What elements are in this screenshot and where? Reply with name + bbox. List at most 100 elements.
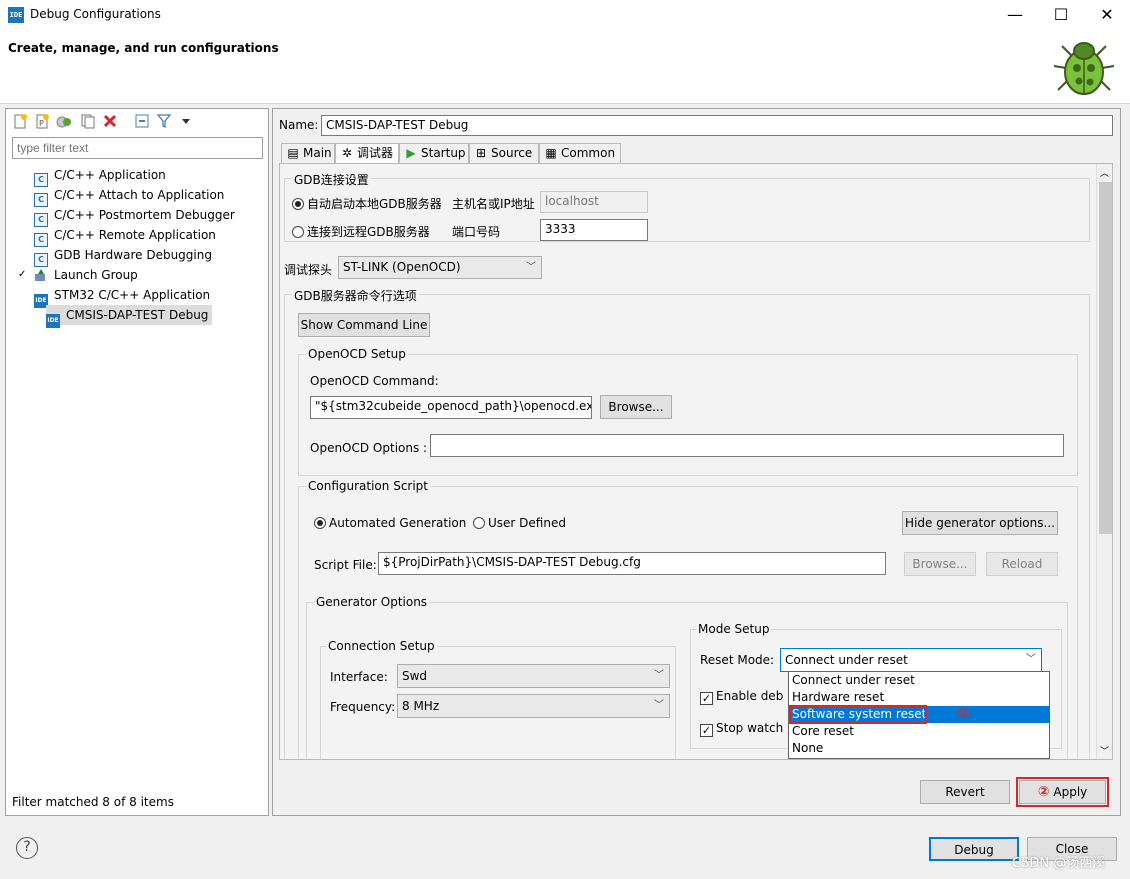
interface-select[interactable]: Swd ﹀ <box>397 664 670 688</box>
generator-options-title: Generator Options <box>314 595 430 609</box>
chevron-down-icon: ﹀ <box>654 670 664 681</box>
tab-startup[interactable]: ▶ Startup <box>399 143 469 163</box>
config-editor-panel: Name: CMSIS-DAP-TEST Debug ▤ Main ✲ 调试器 ▶ S… <box>272 108 1121 816</box>
radio-user-defined[interactable]: User Defined <box>473 516 566 530</box>
script-file-input[interactable]: ${ProjDirPath}\CMSIS-DAP-TEST Debug.cfg <box>378 552 886 575</box>
debugger-gear-icon: ✲ <box>341 146 353 160</box>
config-name-input[interactable]: CMSIS-DAP-TEST Debug <box>321 115 1113 136</box>
gdb-server-options-title: GDB服务器命令行选项 <box>292 287 419 304</box>
ide-app-icon: IDE <box>8 7 24 23</box>
reset-option-hardware-reset[interactable]: Hardware reset <box>789 689 1049 706</box>
filter-input[interactable] <box>12 137 263 159</box>
scroll-up-chevron-icon[interactable]: ︿ <box>1100 166 1109 179</box>
export-config-icon[interactable] <box>56 113 72 129</box>
close-window-button[interactable]: ✕ <box>1084 0 1130 30</box>
openocd-command-label: OpenOCD Command: <box>310 374 439 388</box>
radio-automated-generation[interactable]: Automated Generation <box>314 516 466 530</box>
radio-remote-gdb[interactable]: 连接到远程GDB服务器 <box>292 223 430 240</box>
chevron-down-icon: ﹀ <box>526 262 536 273</box>
ide-icon: IDE <box>46 314 60 328</box>
reset-option-none[interactable]: None <box>789 740 1049 757</box>
tab-debugger[interactable]: ✲ 调试器 <box>335 143 399 163</box>
radio-on-icon <box>292 198 304 210</box>
new-prototype-icon[interactable]: P <box>34 113 50 129</box>
scrollbar-thumb[interactable] <box>1099 182 1112 534</box>
maximize-button[interactable]: ☐ <box>1038 0 1084 30</box>
tab-main[interactable]: ▤ Main <box>281 143 335 163</box>
name-label: Name: <box>279 118 319 132</box>
common-icon: ▦ <box>545 146 557 160</box>
reset-option-core-reset[interactable]: Core reset <box>789 723 1049 740</box>
connection-setup-title: Connection Setup <box>326 639 437 653</box>
main-tab-icon: ▤ <box>287 146 299 160</box>
reload-button[interactable]: Reload <box>986 552 1058 576</box>
tree-item-cpp-remote[interactable]: C C/C++ Remote Application <box>34 225 216 247</box>
interface-label: Interface: <box>330 670 388 684</box>
expand-chevron-down-icon[interactable]: ✓ <box>18 269 26 280</box>
hide-generator-options-button[interactable]: Hide generator options... <box>902 511 1058 535</box>
radio-local-gdb[interactable]: 自动启动本地GDB服务器 <box>292 195 442 212</box>
browse-script-button[interactable]: Browse... <box>904 552 976 576</box>
reset-option-connect-under-reset[interactable]: Connect under reset <box>789 672 1049 689</box>
tree-item-stm32-application[interactable]: IDE STM32 C/C++ Application <box>34 285 210 308</box>
frequency-label: Frequency: <box>330 700 396 714</box>
port-input[interactable]: 3333 <box>540 219 648 241</box>
dialog-header: Create, manage, and run configurations <box>0 30 1130 104</box>
view-menu-chevron-down-icon[interactable] <box>178 113 194 129</box>
host-label: 主机名或IP地址 <box>452 197 535 211</box>
scroll-down-chevron-icon[interactable]: ﹀ <box>1100 744 1109 757</box>
content-scrollbar[interactable]: ︿ ﹀ <box>1096 164 1112 759</box>
browse-openocd-button[interactable]: Browse... <box>600 395 672 419</box>
stop-watchdog-checkbox[interactable]: ✓ Stop watch <box>700 721 783 737</box>
openocd-setup-title: OpenOCD Setup <box>306 347 408 361</box>
reset-mode-label: Reset Mode: <box>700 653 775 667</box>
debugger-tab-content: GDB连接设置 自动启动本地GDB服务器 主机名或IP地址 localhost … <box>279 163 1113 760</box>
reset-mode-select[interactable]: Connect under reset ﹀ <box>780 648 1042 672</box>
window-title: Debug Configurations <box>30 7 161 21</box>
delete-config-icon[interactable] <box>102 113 118 129</box>
show-command-line-button[interactable]: Show Command Line <box>298 313 430 337</box>
port-label: 端口号码 <box>452 225 501 239</box>
probe-select[interactable]: ST-LINK (OpenOCD) ﹀ <box>338 256 542 279</box>
revert-button[interactable]: Revert <box>920 780 1010 804</box>
new-config-icon[interactable] <box>12 113 28 129</box>
highlight-annotation-box <box>789 705 927 724</box>
tree-item-gdb-hardware[interactable]: C GDB Hardware Debugging <box>34 245 212 267</box>
tree-item-cpp-attach[interactable]: C C/C++ Attach to Application <box>34 185 224 207</box>
collapse-all-icon[interactable] <box>134 113 150 129</box>
apply-button[interactable]: ② Apply <box>1019 780 1106 804</box>
debug-button[interactable]: Debug <box>929 837 1019 861</box>
filter-status: Filter matched 8 of 8 items <box>12 795 174 809</box>
config-tree-panel: P CC/C++ Application CC/C++ Attach to Ap… <box>5 108 269 816</box>
mode-setup-title: Mode Setup <box>696 622 772 636</box>
title-bar: IDE Debug Configurations — ☐ ✕ <box>0 0 1130 30</box>
radio-off-icon <box>292 226 304 238</box>
chevron-down-icon: ﹀ <box>654 700 664 711</box>
tree-item-cpp-postmortem[interactable]: C C/C++ Postmortem Debugger <box>34 205 235 227</box>
host-input[interactable]: localhost <box>540 191 648 213</box>
filter-icon[interactable] <box>156 113 172 129</box>
chevron-down-icon: ﹀ <box>1026 654 1036 665</box>
tab-source[interactable]: ⊞ Source <box>469 143 539 163</box>
tree-item-launch-group[interactable]: Launch Group <box>34 265 138 285</box>
checkmark-icon: ✓ <box>700 692 713 705</box>
openocd-command-input[interactable]: "${stm32cubeide_openocd_path}\openocd.ex… <box>310 396 592 419</box>
annotation-number-1: ① <box>957 704 970 722</box>
minimize-button[interactable]: — <box>992 0 1038 30</box>
help-icon[interactable]: ? <box>16 837 38 859</box>
enable-debug-checkbox[interactable]: ✓ Enable deb <box>700 689 783 705</box>
radio-off-icon <box>473 517 485 529</box>
radio-on-icon <box>314 517 326 529</box>
gdb-connection-title: GDB连接设置 <box>292 171 371 188</box>
duplicate-config-icon[interactable] <box>80 113 96 129</box>
configuration-script-title: Configuration Script <box>306 479 430 493</box>
frequency-select[interactable]: 8 MHz ﹀ <box>397 694 670 718</box>
watermark: CSDN @汤西溪 <box>1012 856 1106 871</box>
probe-label: 调试探头 <box>284 263 333 277</box>
tab-common[interactable]: ▦ Common <box>539 143 621 163</box>
tree-item-cpp-application[interactable]: C C/C++ Application <box>34 165 166 187</box>
tree-item-cmsis-dap-test-debug[interactable]: IDE CMSIS-DAP-TEST Debug <box>46 305 213 328</box>
header-title: Create, manage, and run configurations <box>8 41 279 55</box>
openocd-options-input[interactable] <box>430 434 1064 457</box>
reset-mode-dropdown: Connect under reset Hardware reset Softw… <box>788 671 1050 759</box>
